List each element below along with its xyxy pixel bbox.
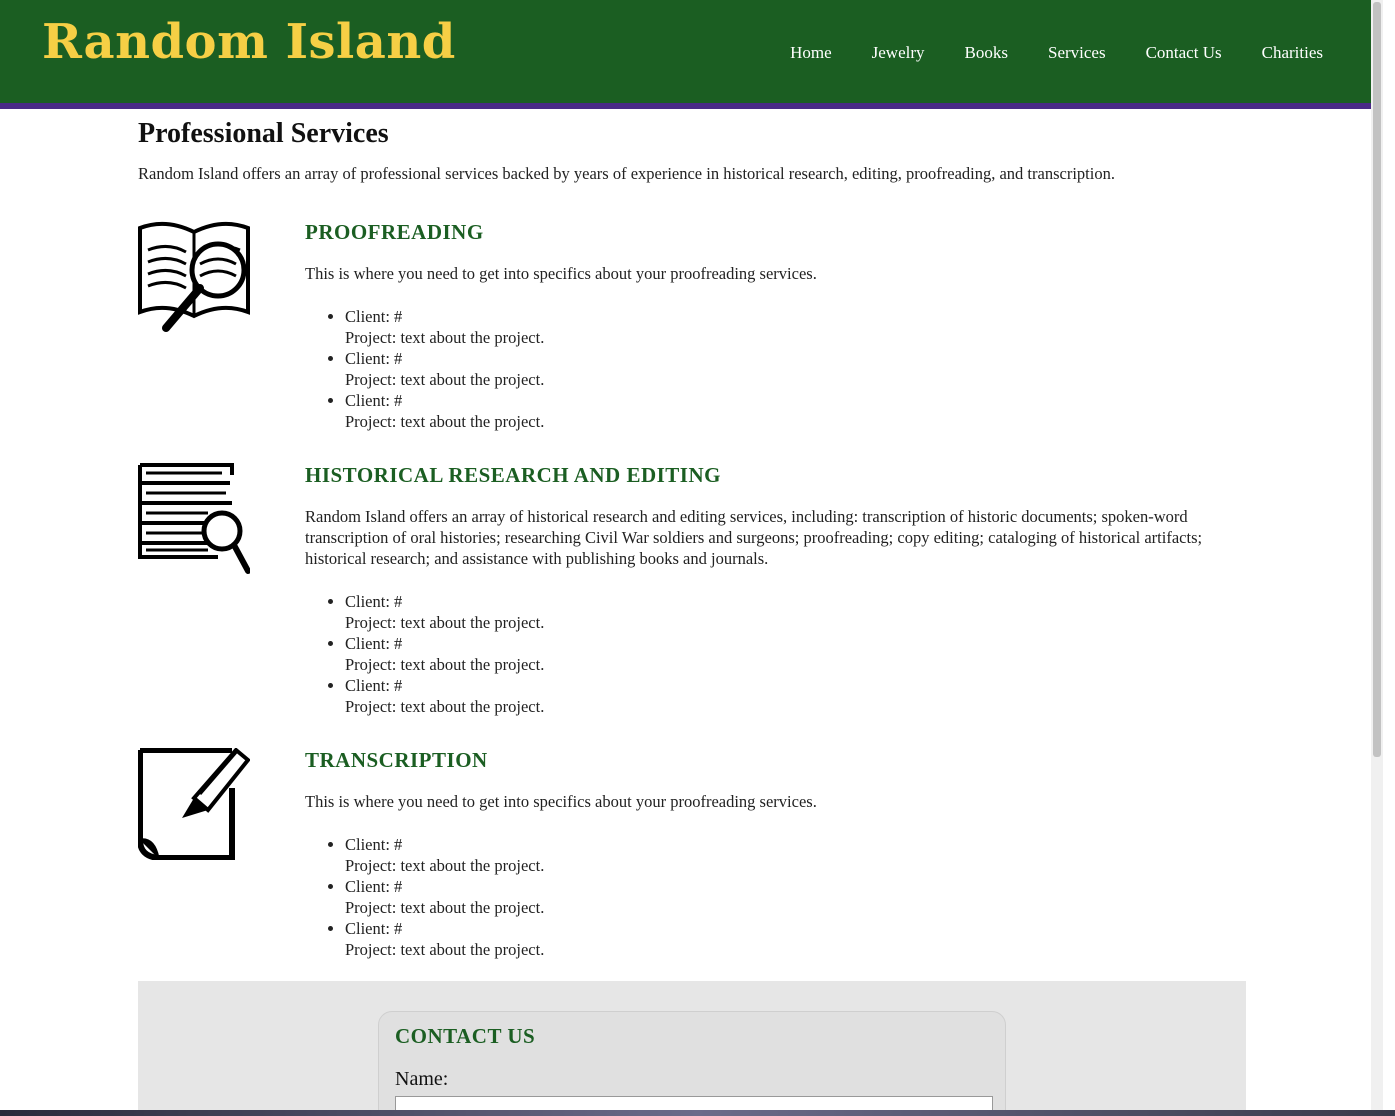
list-item: Client: # Project: text about the project… <box>345 876 1245 918</box>
project-text: Project: text about the project. <box>345 655 545 674</box>
service-description: This is where you need to get into speci… <box>305 264 817 283</box>
nav-home[interactable]: Home <box>790 43 832 63</box>
contact-section: CONTACT US Name: <box>138 981 1246 1110</box>
document-search-icon <box>138 463 251 575</box>
project-text: Project: text about the project. <box>345 613 545 632</box>
service-body: HISTORICAL RESEARCH AND EDITING Random I… <box>305 463 1245 717</box>
service-description: This is where you need to get into speci… <box>305 792 817 811</box>
project-text: Project: text about the project. <box>345 412 545 431</box>
name-input[interactable] <box>395 1096 993 1110</box>
list-item: Client: # Project: text about the project… <box>345 918 1245 960</box>
page-title: Professional Services <box>138 118 389 149</box>
client-label: Client: # <box>345 307 403 326</box>
project-text: Project: text about the project. <box>345 697 545 716</box>
list-item: Client: # Project: text about the project… <box>345 348 1245 390</box>
client-list: Client: # Project: text about the project… <box>305 834 1245 960</box>
client-label: Client: # <box>345 919 403 938</box>
project-text: Project: text about the project. <box>345 370 545 389</box>
vertical-scrollbar[interactable] <box>1371 0 1383 1110</box>
project-text: Project: text about the project. <box>345 856 545 875</box>
service-heading: TRANSCRIPTION <box>305 748 488 772</box>
contact-form: CONTACT US Name: <box>378 1011 1006 1110</box>
list-item: Client: # Project: text about the project… <box>345 306 1245 348</box>
project-text: Project: text about the project. <box>345 940 545 959</box>
client-label: Client: # <box>345 349 403 368</box>
list-item: Client: # Project: text about the project… <box>345 591 1245 633</box>
list-item: Client: # Project: text about the project… <box>345 834 1245 876</box>
nav-contact-us[interactable]: Contact Us <box>1146 43 1222 63</box>
client-label: Client: # <box>345 835 403 854</box>
client-label: Client: # <box>345 592 403 611</box>
taskbar-strip <box>0 1110 1395 1116</box>
nav-jewelry[interactable]: Jewelry <box>872 43 925 63</box>
service-body: TRANSCRIPTION This is where you need to … <box>305 748 1245 960</box>
service-description: Random Island offers an array of histori… <box>305 507 1203 568</box>
site-header: Random Island Home Jewelry Books Service… <box>0 0 1383 109</box>
book-magnifier-icon <box>138 220 250 332</box>
service-heading: HISTORICAL RESEARCH AND EDITING <box>305 463 721 487</box>
project-text: Project: text about the project. <box>345 898 545 917</box>
nav-services[interactable]: Services <box>1048 43 1106 63</box>
list-item: Client: # Project: text about the project… <box>345 390 1245 432</box>
client-label: Client: # <box>345 634 403 653</box>
client-list: Client: # Project: text about the project… <box>305 591 1245 717</box>
project-text: Project: text about the project. <box>345 328 545 347</box>
client-label: Client: # <box>345 391 403 410</box>
scrollbar-thumb[interactable] <box>1373 2 1381 757</box>
contact-heading: CONTACT US <box>395 1024 536 1048</box>
main-nav: Home Jewelry Books Services Contact Us C… <box>790 43 1323 63</box>
nav-charities[interactable]: Charities <box>1262 43 1323 63</box>
list-item: Client: # Project: text about the project… <box>345 633 1245 675</box>
intro-text: Random Island offers an array of profess… <box>138 164 1115 183</box>
client-label: Client: # <box>345 676 403 695</box>
client-list: Client: # Project: text about the project… <box>305 306 1245 432</box>
name-label: Name: <box>395 1068 449 1090</box>
site-logo[interactable]: Random Island <box>42 14 456 70</box>
nav-books[interactable]: Books <box>965 43 1008 63</box>
pen-paper-icon <box>137 747 251 861</box>
list-item: Client: # Project: text about the project… <box>345 675 1245 717</box>
client-label: Client: # <box>345 877 403 896</box>
main-content: Professional Services Random Island offe… <box>137 118 1246 959</box>
page: Random Island Home Jewelry Books Service… <box>0 0 1383 1110</box>
service-heading: PROOFREADING <box>305 220 484 244</box>
service-body: PROOFREADING This is where you need to g… <box>305 220 1245 432</box>
